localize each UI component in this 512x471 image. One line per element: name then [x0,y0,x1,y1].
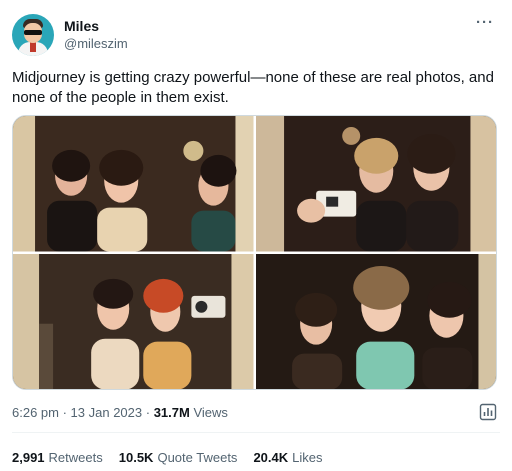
retweets-stat[interactable]: 2,991 Retweets [12,450,103,465]
media-photo-2[interactable] [255,116,496,252]
media-grid [12,115,497,390]
avatar-tie [30,42,36,52]
tweet-date[interactable]: 13 Jan 2023 [71,405,143,420]
retweets-count: 2,991 [12,450,45,465]
tweet-header: Miles @mileszim ··· [12,14,500,58]
likes-stat[interactable]: 20.4K Likes [253,450,322,465]
quote-tweets-label: Quote Tweets [157,450,238,465]
retweets-label: Retweets [48,450,103,465]
views-label: Views [189,405,228,420]
analytics-icon[interactable] [478,402,498,422]
tweet-time[interactable]: 6:26 pm [12,405,59,420]
divider [12,432,500,433]
tweet-meta: 6:26 pm · 13 Jan 2023 · 31.7M Views [12,405,228,420]
media-photo-3[interactable] [13,253,254,389]
likes-count: 20.4K [253,450,289,465]
avatar-sunglasses [24,30,42,35]
likes-label: Likes [292,450,323,465]
engagement-stats: 2,991 Retweets 10.5K Quote Tweets 20.4K Lik… [12,450,323,465]
author-name[interactable]: Miles [64,18,99,34]
meta-separator: · [142,405,154,420]
meta-separator: · [58,405,71,420]
quote-tweets-stat[interactable]: 10.5K Quote Tweets [119,450,238,465]
tweet-text: Midjourney is getting crazy powerful—non… [12,69,494,106]
quote-tweets-count: 10.5K [118,450,154,465]
views-count: 31.7M [153,405,190,420]
author-handle[interactable]: @mileszim [64,36,128,51]
avatar[interactable] [12,14,54,56]
media-photo-4[interactable] [255,253,496,389]
more-horizontal-icon[interactable]: ··· [474,15,496,36]
media-photo-1[interactable] [13,116,254,252]
